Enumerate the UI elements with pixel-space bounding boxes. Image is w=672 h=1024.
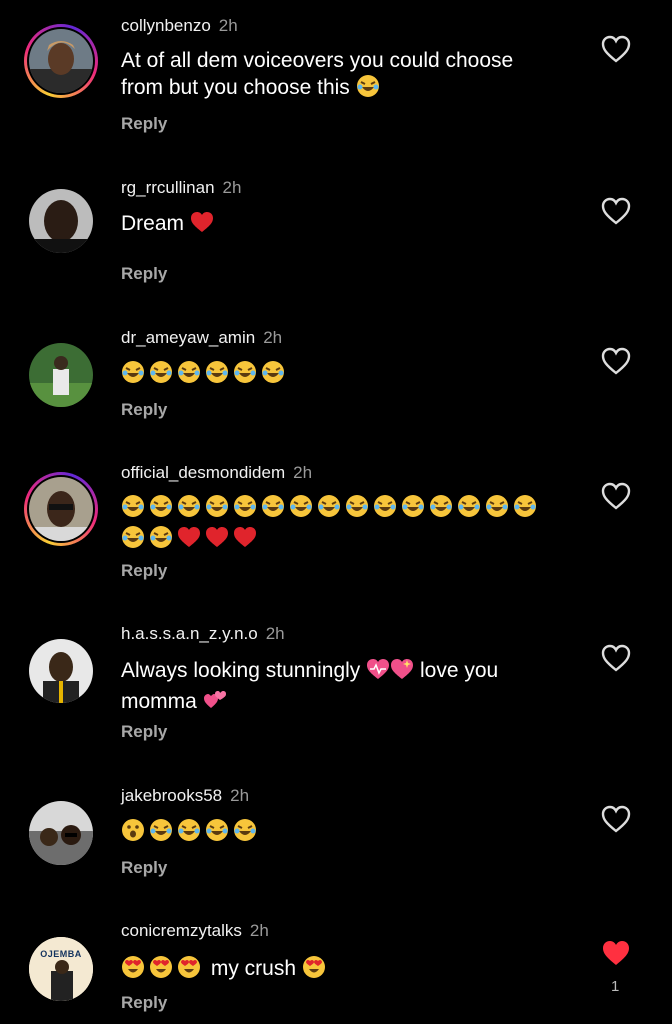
comment-time: 2h [230, 786, 250, 805]
laughing-emoji-icon [356, 74, 380, 105]
heart-eyes-emoji-icon [121, 955, 145, 986]
username-text[interactable]: official_desmondidem [121, 463, 285, 482]
avatar[interactable]: OJEMBA [29, 937, 93, 1001]
avatar-story-ring[interactable] [24, 472, 98, 546]
red-heart-emoji-icon [177, 525, 201, 556]
laughing-emoji-icon [121, 360, 145, 391]
reply-button[interactable]: Reply [121, 858, 167, 878]
heartbeat-emoji-icon [366, 657, 390, 688]
heart-outline-icon[interactable] [600, 34, 632, 64]
comment-emoji-row [121, 818, 561, 849]
avatar[interactable] [29, 477, 93, 541]
laughing-emoji-icon [233, 494, 257, 525]
comment-text: Always looking stunningly love you momma [121, 657, 561, 719]
comment-text: my crush [121, 955, 561, 986]
laughing-emoji-icon [429, 494, 453, 525]
heart-eyes-emoji-icon [302, 955, 326, 986]
comment-body: Dream [121, 212, 185, 235]
comment-text: At of all dem voiceovers you could choos… [121, 48, 561, 105]
heart-outline-icon[interactable] [600, 804, 632, 834]
username-text[interactable]: jakebrooks58 [121, 786, 222, 805]
reply-button[interactable]: Reply [121, 561, 167, 581]
laughing-emoji-icon [261, 360, 285, 391]
username-text[interactable]: h.a.s.s.a.n_z.y.n.o [121, 624, 258, 643]
laughing-emoji-icon [457, 494, 481, 525]
username[interactable]: h.a.s.s.a.n_z.y.n.o 2h [121, 624, 285, 644]
like-count: 1 [611, 978, 620, 995]
laughing-emoji-icon [121, 525, 145, 556]
heart-filled-icon[interactable] [600, 938, 632, 968]
heart-eyes-emoji-icon [149, 955, 173, 986]
laughing-emoji-icon [205, 494, 229, 525]
avatar[interactable] [29, 29, 93, 93]
username-text[interactable]: dr_ameyaw_amin [121, 328, 255, 347]
laughing-emoji-icon [177, 360, 201, 391]
avatar[interactable] [29, 801, 93, 865]
username[interactable]: dr_ameyaw_amin 2h [121, 328, 282, 348]
laughing-emoji-icon [345, 494, 369, 525]
reply-button[interactable]: Reply [121, 400, 167, 420]
username[interactable]: rg_rrcullinan 2h [121, 178, 241, 198]
heart-outline-icon[interactable] [600, 481, 632, 511]
laughing-emoji-icon [149, 494, 173, 525]
comment-body: my crush [210, 957, 297, 980]
surprised-emoji-icon [121, 818, 145, 849]
comment-body: At of all dem voiceovers you could choos… [121, 49, 514, 99]
laughing-emoji-icon [317, 494, 341, 525]
comment-text: Dream [121, 210, 561, 241]
username[interactable]: conicremzytalks 2h [121, 921, 269, 941]
username[interactable]: collynbenzo 2h [121, 16, 238, 36]
reply-button[interactable]: Reply [121, 114, 167, 134]
username[interactable]: official_desmondidem 2h [121, 463, 312, 483]
red-heart-emoji-icon [233, 525, 257, 556]
comment-time: 2h [293, 463, 313, 482]
laughing-emoji-icon [205, 818, 229, 849]
reply-button[interactable]: Reply [121, 264, 167, 284]
heart-eyes-emoji-icon [177, 955, 201, 986]
laughing-emoji-icon [177, 818, 201, 849]
username-text[interactable]: collynbenzo [121, 16, 211, 35]
laughing-emoji-icon [205, 360, 229, 391]
two-hearts-emoji-icon [203, 688, 227, 719]
comment-time: 2h [249, 921, 269, 940]
avatar[interactable] [29, 189, 93, 253]
red-heart-emoji-icon [205, 525, 229, 556]
comment-emoji-row [121, 494, 561, 556]
comment-body: Always looking stunningly [121, 659, 361, 682]
heart-outline-icon[interactable] [600, 643, 632, 673]
reply-button[interactable]: Reply [121, 993, 167, 1013]
avatar-story-ring[interactable] [24, 24, 98, 98]
comment-time: 2h [222, 178, 242, 197]
avatar-logo-text: OJEMBA [40, 949, 82, 959]
reply-button[interactable]: Reply [121, 722, 167, 742]
laughing-emoji-icon [149, 525, 173, 556]
laughing-emoji-icon [233, 360, 257, 391]
heart-outline-icon[interactable] [600, 346, 632, 376]
avatar[interactable] [29, 343, 93, 407]
comment-time: 2h [263, 328, 283, 347]
comment-time: 2h [218, 16, 238, 35]
comment-emoji-row [121, 360, 561, 391]
laughing-emoji-icon [149, 360, 173, 391]
laughing-emoji-icon [233, 818, 257, 849]
laughing-emoji-icon [149, 818, 173, 849]
username-text[interactable]: conicremzytalks [121, 921, 242, 940]
laughing-emoji-icon [261, 494, 285, 525]
red-heart-emoji-icon [190, 210, 214, 241]
avatar[interactable] [29, 639, 93, 703]
comment-time: 2h [265, 624, 285, 643]
comment-emoji-row [121, 956, 205, 980]
laughing-emoji-icon [177, 494, 201, 525]
laughing-emoji-icon [485, 494, 509, 525]
laughing-emoji-icon [289, 494, 313, 525]
laughing-emoji-icon [373, 494, 397, 525]
username-text[interactable]: rg_rrcullinan [121, 178, 215, 197]
sparkling-heart-emoji-icon [390, 657, 414, 688]
laughing-emoji-icon [121, 494, 145, 525]
username[interactable]: jakebrooks58 2h [121, 786, 249, 806]
laughing-emoji-icon [513, 494, 537, 525]
laughing-emoji-icon [401, 494, 425, 525]
heart-outline-icon[interactable] [600, 196, 632, 226]
